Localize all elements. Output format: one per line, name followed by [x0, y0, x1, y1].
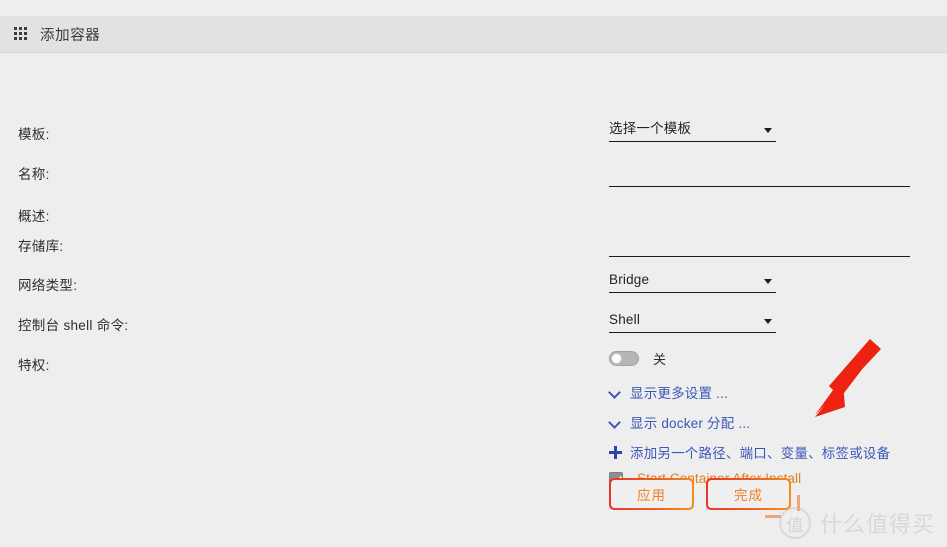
- show-docker-allocations-label: 显示 docker 分配 ...: [630, 416, 751, 431]
- apply-button[interactable]: 应用: [609, 478, 694, 510]
- show-more-settings-label: 显示更多设置 ...: [630, 386, 729, 401]
- form-action-buttons: 应用 完成: [609, 478, 791, 510]
- plus-icon: [609, 445, 622, 459]
- overview-input[interactable]: [609, 239, 910, 257]
- chevron-down-icon: [764, 319, 772, 324]
- watermark-tick-vertical: [796, 495, 800, 511]
- show-docker-allocations-link[interactable]: 显示 docker 分配 ...: [609, 412, 750, 432]
- add-another-mapping-link[interactable]: 添加另一个路径、端口、变量、标签或设备: [609, 442, 890, 462]
- template-select[interactable]: 选择一个模板: [609, 121, 776, 142]
- red-arrow-annotation: [815, 339, 881, 417]
- label-template: 模板:: [18, 127, 50, 142]
- chevron-down-icon: [609, 386, 622, 399]
- watermark-logo: 值: [778, 507, 811, 539]
- label-console-shell: 控制台 shell 命令:: [18, 318, 129, 333]
- window-header: 添加容器: [0, 16, 947, 53]
- name-input[interactable]: [609, 169, 910, 187]
- label-name: 名称:: [18, 167, 50, 182]
- chevron-down-icon: [764, 128, 772, 133]
- watermark-text: 什么值得买: [819, 512, 935, 537]
- page-top-gap: [0, 0, 947, 16]
- done-button[interactable]: 完成: [706, 478, 791, 510]
- show-more-settings-link[interactable]: 显示更多设置 ...: [609, 382, 728, 402]
- chevron-down-icon: [764, 279, 772, 284]
- template-select-value: 选择一个模板: [609, 121, 692, 136]
- privileged-toggle[interactable]: [609, 351, 639, 366]
- watermark-tick-horizontal: [764, 515, 781, 518]
- privileged-toggle-row: 关: [609, 349, 666, 368]
- network-type-select[interactable]: Bridge: [609, 272, 776, 293]
- label-network-type: 网络类型:: [18, 278, 78, 293]
- label-privileged: 特权:: [18, 358, 50, 373]
- privileged-toggle-label: 关: [653, 352, 667, 367]
- add-another-mapping-label: 添加另一个路径、端口、变量、标签或设备: [630, 446, 891, 461]
- apply-button-label: 应用: [611, 480, 692, 508]
- label-repository: 存储库:: [18, 239, 64, 254]
- toggle-knob: [611, 353, 622, 364]
- console-shell-select[interactable]: Shell: [609, 312, 776, 333]
- page-title: 添加容器: [40, 27, 101, 44]
- site-watermark: 值 什么值得买: [764, 495, 935, 539]
- console-shell-select-value: Shell: [609, 312, 641, 327]
- done-button-label: 完成: [708, 480, 789, 508]
- grid-apps-icon[interactable]: [14, 26, 29, 42]
- chevron-down-icon: [609, 416, 622, 429]
- add-container-form: 模板: 名称: 概述: 存储库: 网络类型: 控制台 shell 命令: 特权:…: [0, 53, 947, 486]
- label-overview: 概述:: [18, 209, 50, 224]
- network-type-select-value: Bridge: [609, 272, 650, 287]
